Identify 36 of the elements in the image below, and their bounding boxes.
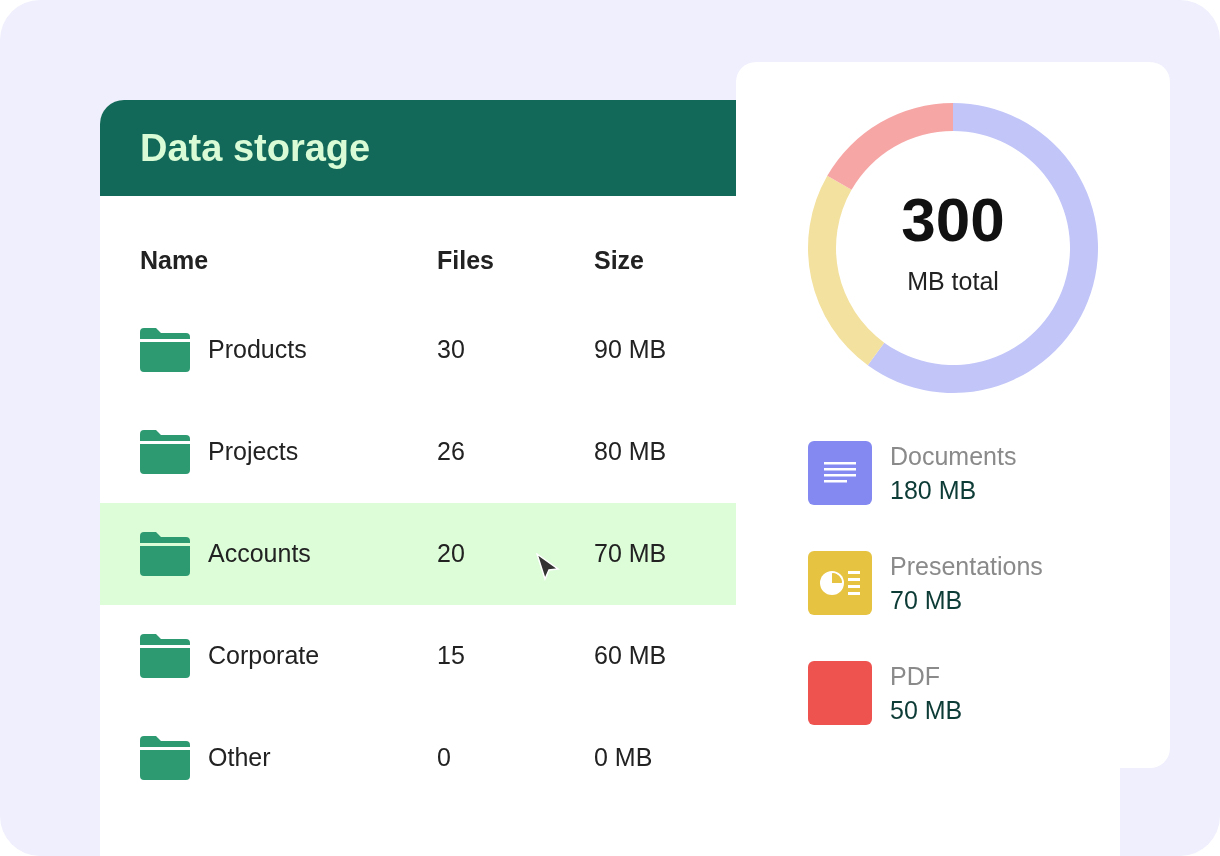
folder-name: Other bbox=[208, 742, 271, 774]
file-count: 20 bbox=[437, 539, 465, 568]
folder-name: Products bbox=[208, 334, 307, 366]
column-header: Files bbox=[437, 246, 494, 274]
file-type-size: 70 MB bbox=[890, 585, 964, 616]
file-type-label: Presentations bbox=[890, 551, 1043, 582]
card-title: Data storage bbox=[140, 125, 371, 171]
folder-icon bbox=[140, 736, 190, 780]
folder-icon bbox=[140, 634, 190, 678]
column-header: Size bbox=[594, 246, 645, 274]
pie-chart-slide-icon bbox=[820, 570, 860, 596]
folder-name: Projects bbox=[208, 436, 299, 468]
folder-icon bbox=[140, 328, 190, 372]
file-type-label: Documents bbox=[890, 441, 1017, 472]
file-type-size: 50 MB bbox=[890, 695, 963, 726]
folder-icon bbox=[140, 430, 190, 474]
file-count: 15 bbox=[437, 641, 465, 670]
folder-name: Accounts bbox=[208, 538, 311, 570]
total-label: MB total bbox=[907, 266, 999, 298]
folder-icon bbox=[140, 532, 190, 576]
folder-size: 0 MB bbox=[594, 743, 653, 772]
folder-size: 60 MB bbox=[594, 641, 667, 670]
file-count: 30 bbox=[437, 335, 465, 364]
document-lines-icon bbox=[824, 462, 856, 484]
folder-size: 80 MB bbox=[594, 437, 667, 466]
file-count: 0 bbox=[437, 743, 451, 772]
file-count: 26 bbox=[437, 437, 465, 466]
column-header: Name bbox=[140, 246, 209, 274]
folder-name: Corporate bbox=[208, 640, 320, 672]
folder-row[interactable]: Accounts 20 70 MB bbox=[100, 503, 736, 605]
folder-size: 90 MB bbox=[594, 335, 667, 364]
file-type-label: PDF bbox=[890, 661, 941, 692]
folder-size: 70 MB bbox=[594, 539, 667, 568]
mouse-pointer-icon bbox=[536, 553, 560, 581]
file-type-size: 180 MB bbox=[890, 475, 978, 506]
total-size: 300 bbox=[901, 189, 1005, 252]
